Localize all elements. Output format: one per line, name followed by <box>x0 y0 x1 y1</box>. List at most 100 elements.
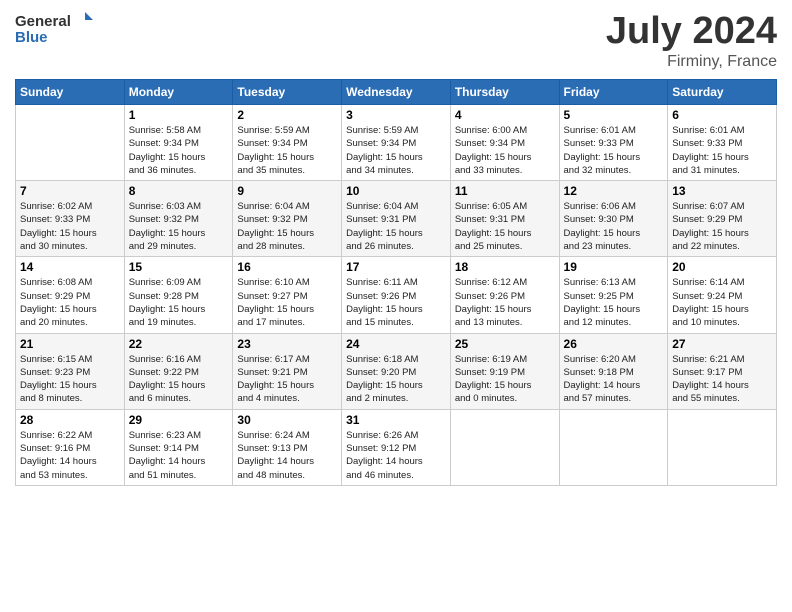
logo-svg: General Blue <box>15 10 105 46</box>
day-info: Sunrise: 6:01 AM Sunset: 9:33 PM Dayligh… <box>564 124 664 177</box>
day-info: Sunrise: 6:04 AM Sunset: 9:32 PM Dayligh… <box>237 200 337 253</box>
day-info: Sunrise: 5:59 AM Sunset: 9:34 PM Dayligh… <box>346 124 446 177</box>
col-friday: Friday <box>559 80 668 105</box>
day-number: 7 <box>20 184 120 198</box>
day-number: 21 <box>20 337 120 351</box>
calendar-header-row: Sunday Monday Tuesday Wednesday Thursday… <box>16 80 777 105</box>
table-row: 4 Sunrise: 6:00 AM Sunset: 9:34 PM Daylig… <box>450 105 559 181</box>
day-number: 29 <box>129 413 229 427</box>
table-row: 5Sunrise: 6:01 AM Sunset: 9:33 PM Daylig… <box>559 105 668 181</box>
table-row: 6 Sunrise: 6:01 AM Sunset: 9:33 PM Daylig… <box>668 105 777 181</box>
day-number: 3 <box>346 108 446 122</box>
table-row: 21 Sunrise: 6:15 AM Sunset: 9:23 PM Dayli… <box>16 333 125 409</box>
table-row: 19Sunrise: 6:13 AM Sunset: 9:25 PM Dayli… <box>559 257 668 333</box>
day-info: Sunrise: 5:58 AM Sunset: 9:34 PM Dayligh… <box>129 124 229 177</box>
day-info: Sunrise: 6:18 AM Sunset: 9:20 PM Dayligh… <box>346 353 446 406</box>
day-number: 28 <box>20 413 120 427</box>
title-location: Firminy, France <box>606 53 777 71</box>
table-row: 22 Sunrise: 6:16 AM Sunset: 9:22 PM Dayli… <box>124 333 233 409</box>
day-info: Sunrise: 6:16 AM Sunset: 9:22 PM Dayligh… <box>129 353 229 406</box>
day-info: Sunrise: 6:22 AM Sunset: 9:16 PM Dayligh… <box>20 429 120 482</box>
col-tuesday: Tuesday <box>233 80 342 105</box>
day-number: 18 <box>455 260 555 274</box>
table-row: 29 Sunrise: 6:23 AM Sunset: 9:14 PM Dayli… <box>124 409 233 485</box>
table-row <box>450 409 559 485</box>
svg-text:Blue: Blue <box>15 29 48 46</box>
table-row: 26Sunrise: 6:20 AM Sunset: 9:18 PM Dayli… <box>559 333 668 409</box>
col-thursday: Thursday <box>450 80 559 105</box>
day-info: Sunrise: 6:15 AM Sunset: 9:23 PM Dayligh… <box>20 353 120 406</box>
day-number: 31 <box>346 413 446 427</box>
title-block: July 2024 Firminy, France <box>606 10 777 71</box>
table-row: 31Sunrise: 6:26 AM Sunset: 9:12 PM Dayli… <box>342 409 451 485</box>
day-number: 4 <box>455 108 555 122</box>
day-number: 19 <box>564 260 664 274</box>
day-number: 9 <box>237 184 337 198</box>
day-number: 22 <box>129 337 229 351</box>
day-number: 11 <box>455 184 555 198</box>
day-info: Sunrise: 6:00 AM Sunset: 9:34 PM Dayligh… <box>455 124 555 177</box>
day-info: Sunrise: 6:06 AM Sunset: 9:30 PM Dayligh… <box>564 200 664 253</box>
calendar-week-row: 21 Sunrise: 6:15 AM Sunset: 9:23 PM Dayli… <box>16 333 777 409</box>
day-info: Sunrise: 6:07 AM Sunset: 9:29 PM Dayligh… <box>672 200 772 253</box>
calendar-week-row: 14Sunrise: 6:08 AM Sunset: 9:29 PM Dayli… <box>16 257 777 333</box>
day-info: Sunrise: 6:17 AM Sunset: 9:21 PM Dayligh… <box>237 353 337 406</box>
day-info: Sunrise: 6:10 AM Sunset: 9:27 PM Dayligh… <box>237 276 337 329</box>
table-row: 20 Sunrise: 6:14 AM Sunset: 9:24 PM Dayli… <box>668 257 777 333</box>
day-number: 24 <box>346 337 446 351</box>
day-info: Sunrise: 6:19 AM Sunset: 9:19 PM Dayligh… <box>455 353 555 406</box>
col-sunday: Sunday <box>16 80 125 105</box>
table-row: 27 Sunrise: 6:21 AM Sunset: 9:17 PM Dayli… <box>668 333 777 409</box>
table-row: 24 Sunrise: 6:18 AM Sunset: 9:20 PM Dayli… <box>342 333 451 409</box>
table-row: 16Sunrise: 6:10 AM Sunset: 9:27 PM Dayli… <box>233 257 342 333</box>
table-row: 25 Sunrise: 6:19 AM Sunset: 9:19 PM Dayli… <box>450 333 559 409</box>
table-row: 11 Sunrise: 6:05 AM Sunset: 9:31 PM Dayli… <box>450 181 559 257</box>
table-row: 30 Sunrise: 6:24 AM Sunset: 9:13 PM Dayli… <box>233 409 342 485</box>
table-row: 12Sunrise: 6:06 AM Sunset: 9:30 PM Dayli… <box>559 181 668 257</box>
day-number: 17 <box>346 260 446 274</box>
day-number: 6 <box>672 108 772 122</box>
day-number: 14 <box>20 260 120 274</box>
day-number: 27 <box>672 337 772 351</box>
day-number: 10 <box>346 184 446 198</box>
header: General Blue July 2024 Firminy, France <box>15 10 777 71</box>
day-info: Sunrise: 6:02 AM Sunset: 9:33 PM Dayligh… <box>20 200 120 253</box>
day-number: 23 <box>237 337 337 351</box>
table-row: 23 Sunrise: 6:17 AM Sunset: 9:21 PM Dayli… <box>233 333 342 409</box>
table-row: 15Sunrise: 6:09 AM Sunset: 9:28 PM Dayli… <box>124 257 233 333</box>
day-info: Sunrise: 6:14 AM Sunset: 9:24 PM Dayligh… <box>672 276 772 329</box>
day-number: 1 <box>129 108 229 122</box>
page: General Blue July 2024 Firminy, France S… <box>0 0 792 612</box>
logo: General Blue <box>15 10 105 46</box>
table-row: 13Sunrise: 6:07 AM Sunset: 9:29 PM Dayli… <box>668 181 777 257</box>
col-saturday: Saturday <box>668 80 777 105</box>
day-number: 25 <box>455 337 555 351</box>
day-info: Sunrise: 6:24 AM Sunset: 9:13 PM Dayligh… <box>237 429 337 482</box>
day-info: Sunrise: 6:20 AM Sunset: 9:18 PM Dayligh… <box>564 353 664 406</box>
table-row: 8Sunrise: 6:03 AM Sunset: 9:32 PM Daylig… <box>124 181 233 257</box>
day-info: Sunrise: 5:59 AM Sunset: 9:34 PM Dayligh… <box>237 124 337 177</box>
calendar-table: Sunday Monday Tuesday Wednesday Thursday… <box>15 79 777 486</box>
svg-text:General: General <box>15 13 71 30</box>
calendar-week-row: 7 Sunrise: 6:02 AM Sunset: 9:33 PM Daylig… <box>16 181 777 257</box>
day-number: 30 <box>237 413 337 427</box>
day-info: Sunrise: 6:03 AM Sunset: 9:32 PM Dayligh… <box>129 200 229 253</box>
table-row: 10 Sunrise: 6:04 AM Sunset: 9:31 PM Dayli… <box>342 181 451 257</box>
day-number: 20 <box>672 260 772 274</box>
day-info: Sunrise: 6:04 AM Sunset: 9:31 PM Dayligh… <box>346 200 446 253</box>
table-row <box>668 409 777 485</box>
day-info: Sunrise: 6:01 AM Sunset: 9:33 PM Dayligh… <box>672 124 772 177</box>
table-row: 3 Sunrise: 5:59 AM Sunset: 9:34 PM Daylig… <box>342 105 451 181</box>
calendar-week-row: 28 Sunrise: 6:22 AM Sunset: 9:16 PM Dayli… <box>16 409 777 485</box>
title-month: July 2024 <box>606 10 777 53</box>
col-wednesday: Wednesday <box>342 80 451 105</box>
day-info: Sunrise: 6:12 AM Sunset: 9:26 PM Dayligh… <box>455 276 555 329</box>
day-info: Sunrise: 6:21 AM Sunset: 9:17 PM Dayligh… <box>672 353 772 406</box>
table-row: 2 Sunrise: 5:59 AM Sunset: 9:34 PM Daylig… <box>233 105 342 181</box>
day-info: Sunrise: 6:05 AM Sunset: 9:31 PM Dayligh… <box>455 200 555 253</box>
table-row <box>16 105 125 181</box>
day-number: 2 <box>237 108 337 122</box>
day-info: Sunrise: 6:23 AM Sunset: 9:14 PM Dayligh… <box>129 429 229 482</box>
table-row: 28 Sunrise: 6:22 AM Sunset: 9:16 PM Dayli… <box>16 409 125 485</box>
table-row: 17Sunrise: 6:11 AM Sunset: 9:26 PM Dayli… <box>342 257 451 333</box>
